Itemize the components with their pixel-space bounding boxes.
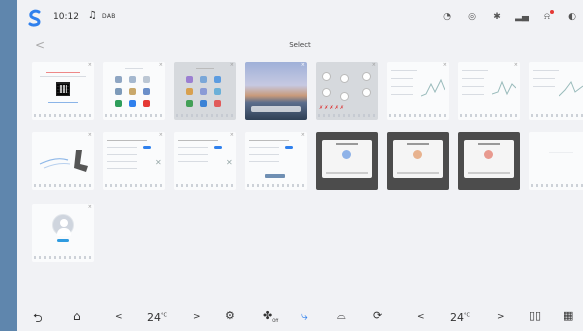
gear-icon[interactable]: ⚙ — [225, 309, 235, 322]
close-icon[interactable]: × — [301, 62, 305, 68]
right-temp-up-button[interactable]: > — [497, 312, 505, 322]
thumbnail-data-chart-1[interactable]: × — [387, 62, 449, 120]
thumbnail-qr-login[interactable]: × — [32, 62, 94, 120]
dialog — [464, 140, 514, 178]
recirculation-icon[interactable]: ⟳ — [373, 309, 382, 322]
screenshot-grid: × × × × × ✗✗✗✗✗ × × × × ✕ × ✕ × × — [17, 0, 583, 290]
left-temp-down-button[interactable]: < — [115, 312, 123, 322]
close-icon[interactable]: × — [230, 132, 234, 138]
thumbnail-toggle-list-2[interactable]: × ✕ — [174, 132, 236, 190]
thumbnail-seat-settings[interactable]: × — [32, 132, 94, 190]
close-icon[interactable]: × — [88, 204, 92, 210]
avatar — [52, 214, 74, 236]
thumbnail-data-chart-2[interactable]: × — [458, 62, 520, 120]
close-icon[interactable]: × — [159, 62, 163, 68]
thumbnail-user-profile[interactable]: × — [32, 204, 94, 262]
thumbnail-home-wallpaper[interactable]: × — [245, 62, 307, 120]
thumbnail-data-chart-3[interactable]: × — [529, 62, 583, 120]
thumbnail-toggle-list-3[interactable]: × — [245, 132, 307, 190]
left-temp-up-button[interactable]: > — [193, 312, 201, 322]
seat-airflow-icon[interactable]: ⤷ — [301, 309, 308, 324]
back-arrow-icon[interactable]: ⮌ — [33, 309, 43, 330]
dialog — [322, 140, 372, 178]
right-temp-down-button[interactable]: < — [417, 312, 425, 322]
qr-code-icon — [56, 82, 70, 96]
close-icon[interactable]: × — [443, 62, 447, 68]
rear-defrost-icon[interactable]: ⌓ — [337, 309, 346, 323]
fan-icon[interactable]: ✤Off — [263, 309, 278, 323]
close-icon[interactable]: × — [159, 132, 163, 138]
thumbnail-blank[interactable]: × — [529, 132, 583, 190]
close-icon[interactable]: × — [301, 132, 305, 138]
dialog — [393, 140, 443, 178]
thumbnail-app-launcher[interactable]: × — [103, 62, 165, 120]
thumbnail-app-launcher-alt[interactable]: × — [174, 62, 236, 120]
fan-status: Off — [272, 318, 279, 324]
thumbnail-settings-circles[interactable]: × ✗✗✗✗✗ — [316, 62, 378, 120]
right-temperature[interactable]: 24°C — [450, 311, 470, 324]
close-icon[interactable]: × — [88, 62, 92, 68]
thumbnail-dialog-3[interactable] — [458, 132, 520, 190]
split-screen-icon[interactable]: ▯▯ — [529, 309, 541, 322]
bottom-control-bar: ⮌ ⌂ < 24°C > ⚙ ✤Off ⤷ ⌓ ⟳ < 24°C > ▯▯ ▦ — [17, 302, 583, 331]
close-icon[interactable]: × — [230, 62, 234, 68]
thumbnail-toggle-list-1[interactable]: × ✕ — [103, 132, 165, 190]
screen: 10:12 ♫ DAB ◔ ◎ ✱ ▂▄ ⍾ ◐ < Select × × × … — [17, 0, 583, 331]
app-grid-icon[interactable]: ▦ — [563, 309, 573, 322]
close-icon[interactable]: × — [372, 62, 376, 68]
dock — [251, 106, 301, 112]
thumbnail-dialog-2[interactable] — [387, 132, 449, 190]
close-icon[interactable]: × — [514, 62, 518, 68]
home-icon[interactable]: ⌂ — [73, 309, 81, 323]
left-temperature[interactable]: 24°C — [147, 311, 167, 324]
close-icon[interactable]: × — [88, 132, 92, 138]
thumbnail-dialog-1[interactable] — [316, 132, 378, 190]
